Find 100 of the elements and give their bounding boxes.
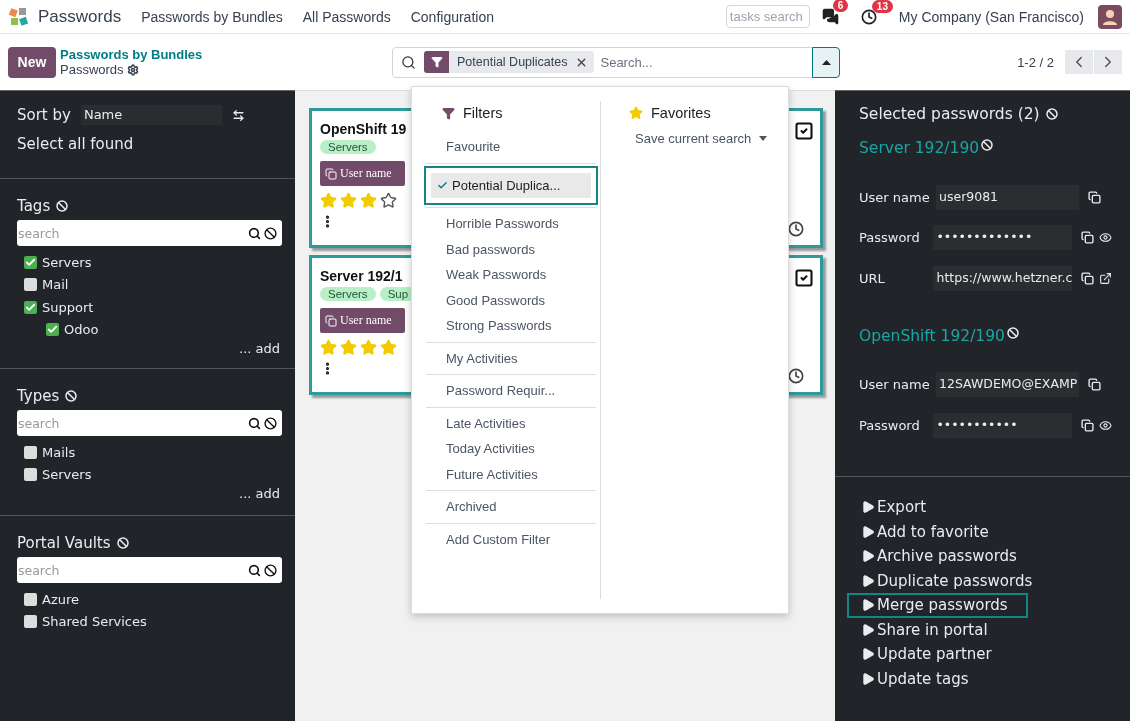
copy-icon[interactable] bbox=[1081, 231, 1094, 245]
card-title: OpenShift 19 bbox=[320, 121, 408, 137]
filter-option[interactable]: Strong Passwords bbox=[426, 313, 596, 339]
filter-option[interactable]: My Activities bbox=[426, 345, 596, 371]
clock-icon[interactable] bbox=[860, 8, 877, 25]
copy-username-button[interactable]: User name bbox=[320, 308, 405, 333]
view-title: Passwords bbox=[60, 62, 124, 77]
app-title: Passwords bbox=[38, 6, 122, 27]
play-icon bbox=[861, 573, 875, 588]
filter-option[interactable]: Future Activities bbox=[426, 461, 596, 487]
search-bar[interactable]: Potential Duplicates Search... bbox=[392, 46, 840, 78]
save-search-toggle[interactable]: Save current search bbox=[629, 131, 774, 146]
field-value: user9081 bbox=[936, 184, 1079, 210]
checkbox[interactable] bbox=[24, 592, 37, 606]
play-icon bbox=[861, 622, 875, 637]
star-icon bbox=[360, 192, 377, 209]
check-icon bbox=[25, 256, 36, 268]
filter-option[interactable]: Good Passwords bbox=[426, 287, 596, 313]
checkbox[interactable] bbox=[24, 300, 37, 314]
filter-icon bbox=[430, 56, 443, 68]
clock-icon[interactable] bbox=[788, 221, 804, 237]
chat-icon[interactable] bbox=[821, 8, 839, 25]
filter-option[interactable]: Weak Passwords bbox=[426, 262, 596, 288]
clear-icon[interactable] bbox=[264, 226, 277, 240]
eye-icon[interactable] bbox=[1099, 231, 1112, 245]
checkbox-icon[interactable] bbox=[794, 268, 814, 288]
copy-username-button[interactable]: User name bbox=[320, 161, 405, 186]
copy-icon[interactable] bbox=[1088, 190, 1101, 204]
settings-icon[interactable] bbox=[126, 63, 139, 76]
search-icon[interactable] bbox=[248, 416, 261, 430]
menu-item[interactable]: Configuration bbox=[410, 8, 494, 25]
next-button[interactable] bbox=[1094, 50, 1122, 74]
filter-option[interactable]: Horrible Passwords bbox=[426, 211, 596, 237]
record-title[interactable]: OpenShift 192/190 bbox=[859, 326, 1005, 345]
company-name[interactable]: My Company (San Francisco) bbox=[898, 8, 1084, 25]
checkbox[interactable] bbox=[24, 445, 37, 459]
external-link-icon[interactable] bbox=[1099, 271, 1112, 285]
add-link[interactable]: ... add bbox=[17, 486, 280, 501]
tag-label: Shared Services bbox=[42, 614, 147, 630]
search-icon[interactable] bbox=[248, 226, 261, 240]
swap-icon[interactable] bbox=[231, 108, 245, 122]
tag: Servers bbox=[320, 140, 376, 154]
checkbox[interactable] bbox=[24, 468, 37, 482]
menu-item[interactable]: Passwords by Bundles bbox=[141, 8, 283, 25]
new-button[interactable]: New bbox=[8, 46, 56, 78]
clock-icon[interactable] bbox=[788, 368, 804, 384]
checkbox[interactable] bbox=[24, 278, 37, 292]
play-icon bbox=[861, 598, 875, 613]
tag-label: Mail bbox=[42, 277, 69, 293]
select-all-link[interactable]: Select all found bbox=[17, 135, 278, 153]
search-icon[interactable] bbox=[248, 563, 261, 577]
toggle-filters-button[interactable] bbox=[812, 46, 840, 78]
breadcrumb-link[interactable]: Passwords by Bundles bbox=[60, 47, 340, 62]
record-title[interactable]: Server 192/190 bbox=[859, 139, 980, 157]
action-link[interactable]: Update partner bbox=[847, 642, 1028, 667]
copy-icon bbox=[325, 314, 337, 327]
star-icon bbox=[380, 339, 397, 356]
field-value: https://www.hetzner.c bbox=[933, 265, 1072, 291]
checkbox-icon[interactable] bbox=[794, 121, 814, 141]
filter-option[interactable]: Potential Duplica... bbox=[431, 172, 591, 198]
filter-icon bbox=[442, 106, 455, 120]
checkbox[interactable] bbox=[46, 323, 59, 337]
tasks-search-field[interactable]: tasks search bbox=[725, 5, 810, 28]
clear-icon[interactable] bbox=[264, 563, 277, 577]
clear-icon[interactable] bbox=[264, 416, 277, 430]
action-link[interactable]: Export bbox=[847, 495, 1028, 520]
sort-select[interactable]: Name bbox=[80, 105, 222, 125]
menu-item[interactable]: All Passwords bbox=[302, 8, 391, 25]
play-icon bbox=[861, 671, 875, 686]
card-title: Server 192/1 bbox=[320, 268, 404, 284]
tag: Servers bbox=[320, 287, 376, 301]
section-title: Tags bbox=[17, 197, 51, 215]
action-link[interactable]: Share in portal bbox=[847, 617, 1028, 642]
copy-icon[interactable] bbox=[1088, 378, 1101, 392]
filter-search-field[interactable]: search bbox=[17, 410, 282, 436]
filter-option[interactable]: Late Activities bbox=[426, 410, 596, 436]
action-link[interactable]: Add to favorite bbox=[847, 519, 1028, 544]
tag-label: Support bbox=[42, 299, 94, 315]
copy-icon[interactable] bbox=[1081, 271, 1094, 285]
filter-option[interactable]: Bad passwords bbox=[426, 236, 596, 262]
filter-search-field[interactable]: search bbox=[17, 557, 282, 583]
filter-option[interactable]: Archived bbox=[426, 494, 596, 520]
filter-option[interactable]: Today Activities bbox=[426, 436, 596, 462]
filter-option[interactable]: Favourite bbox=[426, 134, 596, 160]
previous-button[interactable] bbox=[1065, 50, 1093, 74]
eye-icon[interactable] bbox=[1099, 418, 1112, 432]
copy-icon[interactable] bbox=[1081, 418, 1094, 432]
copy-icon bbox=[325, 167, 337, 180]
action-link[interactable]: Merge passwords bbox=[847, 593, 1028, 618]
action-link[interactable]: Update tags bbox=[847, 666, 1028, 691]
checkbox[interactable] bbox=[24, 255, 37, 269]
avatar[interactable] bbox=[1098, 4, 1122, 29]
add-link[interactable]: ... add bbox=[17, 341, 280, 356]
filter-option[interactable]: Add Custom Filter bbox=[426, 526, 596, 552]
star-icon bbox=[320, 339, 337, 356]
filter-option[interactable]: Password Requir... bbox=[426, 378, 596, 404]
favorites-heading: Favorites bbox=[651, 105, 711, 121]
action-link[interactable]: Archive passwords bbox=[847, 544, 1028, 569]
checkbox[interactable] bbox=[24, 615, 37, 629]
filter-search-field[interactable]: search bbox=[17, 220, 282, 246]
